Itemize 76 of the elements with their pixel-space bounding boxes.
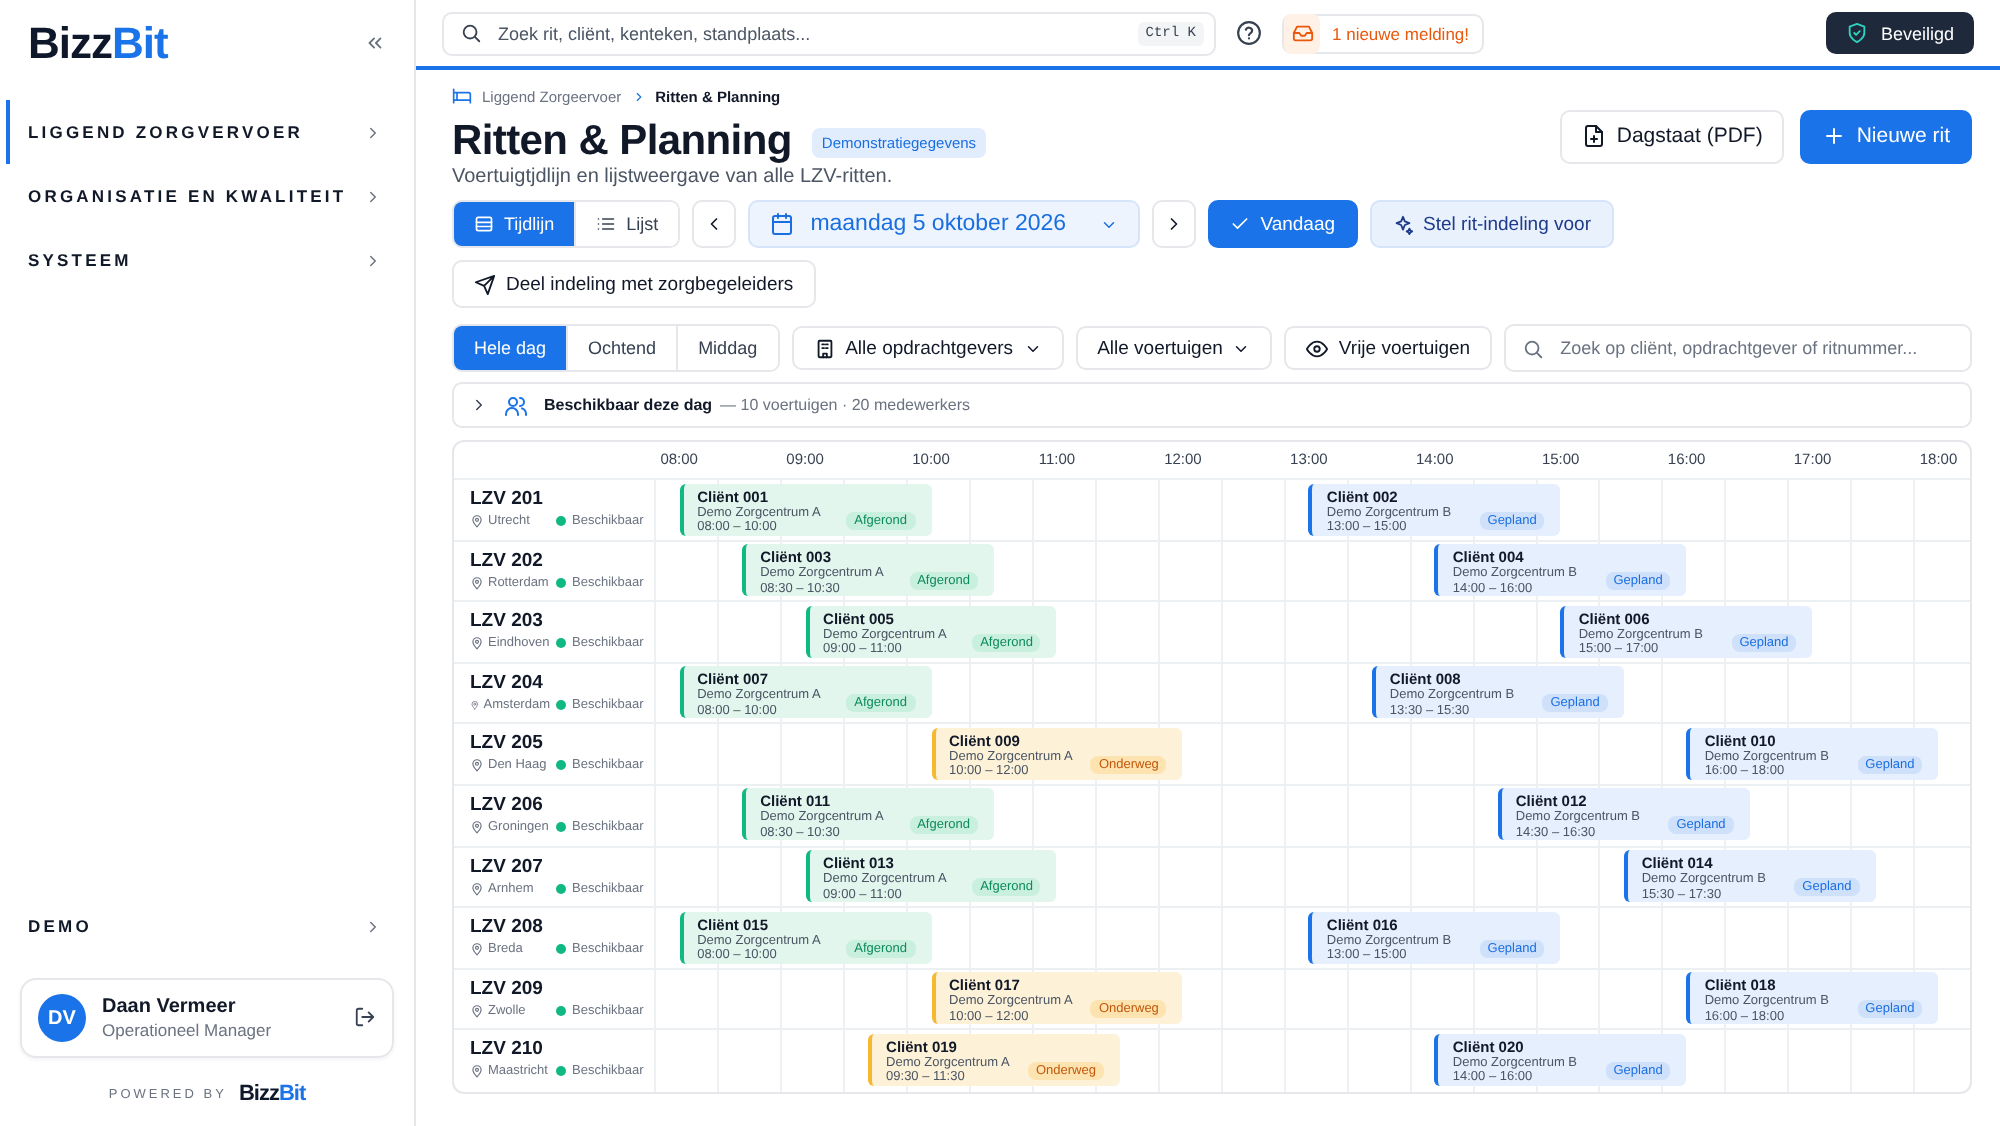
search-field[interactable]: Zoek rit, cliënt, kenteken, standplaats... <box>494 21 1126 45</box>
eye-icon <box>1306 337 1329 359</box>
calendar-icon <box>770 212 795 236</box>
bed-icon <box>452 86 472 106</box>
plus-icon <box>1822 124 1847 148</box>
pin-icon <box>470 819 484 834</box>
clients-dropdown[interactable]: Alle opdrachtgevers <box>791 326 1064 370</box>
logo: BizzBit <box>28 18 168 70</box>
chevron-right-icon <box>364 917 382 935</box>
share-button[interactable]: Deel indeling met zorgbegeleiders <box>452 260 816 308</box>
help-button[interactable] <box>1236 20 1262 46</box>
sidebar-item[interactable]: SYSTEEM <box>6 228 394 292</box>
period-tab[interactable]: Hele dag <box>454 326 569 370</box>
document-icon <box>1582 124 1607 148</box>
send-icon <box>474 273 496 295</box>
avatar: DV <box>38 994 86 1042</box>
security-badge[interactable]: Beveiligd <box>1826 12 1974 54</box>
logo: BizzBit <box>238 1082 306 1106</box>
vehicle-name: LZV 210 <box>470 1038 545 1061</box>
ride-search-field[interactable]: Zoek op cliënt, opdrachtgever of ritnummer... <box>1556 336 1954 360</box>
search-icon <box>1522 337 1545 359</box>
vehicle-name: LZV 201 <box>470 488 545 510</box>
sidebar-item[interactable]: DEMO <box>6 894 394 958</box>
inbox-icon <box>1291 22 1313 44</box>
user-name: Daan Vermeer <box>102 996 238 1018</box>
chevron-right-icon <box>364 187 382 205</box>
page-subtitle: Voertuigtjdlijn en lijstweergave van alle LZV-ritten. <box>452 166 895 188</box>
chevron-right-icon <box>631 89 646 103</box>
help-icon <box>1236 20 1262 46</box>
vehicle-name: LZV 203 <box>470 610 545 633</box>
pin-icon <box>470 758 484 773</box>
shield-icon <box>1846 22 1869 44</box>
notification-button[interactable]: 1 nieuwe melding! <box>1282 13 1484 53</box>
pdf-button[interactable]: Dagstaat (PDF) <box>1560 109 1785 163</box>
availability-label: Beschikbaar deze dag <box>544 396 713 414</box>
pin-icon <box>470 514 484 528</box>
suggest-button[interactable]: Stel rit-indeling voor <box>1369 200 1613 248</box>
vehicle-name: LZV 206 <box>470 793 545 816</box>
vehicle-name: LZV 204 <box>470 671 545 694</box>
vehicle-name: LZV 207 <box>470 855 545 878</box>
pin-icon <box>470 942 484 957</box>
vehicles-dropdown[interactable]: Alle voertuigen <box>1075 326 1273 370</box>
pin-icon <box>470 1064 484 1079</box>
new-ride-button[interactable]: Nieuwe rit <box>1800 109 1972 163</box>
chevron-right-icon <box>470 396 488 414</box>
ride-search-box[interactable]: Zoek op cliënt, opdrachtgever of ritnummer... <box>1504 324 1972 372</box>
vehicle-name: LZV 209 <box>470 977 545 1000</box>
pin-icon <box>470 636 484 651</box>
check-icon <box>1230 214 1251 234</box>
sidebar-item[interactable]: ORGANISATIE EN KWALITEIT <box>6 164 394 228</box>
view-tab[interactable]: Tijdlijn <box>454 202 577 246</box>
people-icon <box>504 393 528 417</box>
sparkle-icon <box>1391 213 1414 235</box>
chevron-right-icon <box>364 251 382 269</box>
chevron-right-icon <box>364 123 382 141</box>
list-icon <box>596 214 617 234</box>
expand-toggle[interactable] <box>470 396 488 414</box>
collapse-chevrons-icon <box>364 31 386 53</box>
date-picker[interactable]: maandag 5 oktober 2026 <box>748 200 1141 248</box>
page-title: Ritten & Planning <box>452 118 792 166</box>
vehicle-name: LZV 205 <box>470 732 545 755</box>
logout-icon <box>354 1005 376 1027</box>
vehicle-name: LZV 208 <box>470 916 545 939</box>
availability-summary: — 10 voertuigen · 20 medewerkers <box>720 396 970 414</box>
search-icon <box>460 22 482 44</box>
vehicle-name: LZV 202 <box>470 549 545 572</box>
today-button[interactable]: Vandaag <box>1208 200 1358 248</box>
building-icon <box>813 337 836 359</box>
pin-icon <box>470 1003 484 1018</box>
free-vehicles-toggle[interactable]: Vrije voertuigen <box>1284 326 1493 370</box>
pin-icon <box>470 881 484 896</box>
pin-icon <box>470 697 480 712</box>
timeline-icon <box>474 214 494 234</box>
sidebar-item[interactable]: LIGGEND ZORGVERVOER <box>6 100 394 164</box>
user-role: Operationeel Manager <box>102 1020 274 1040</box>
pin-icon <box>470 575 484 590</box>
